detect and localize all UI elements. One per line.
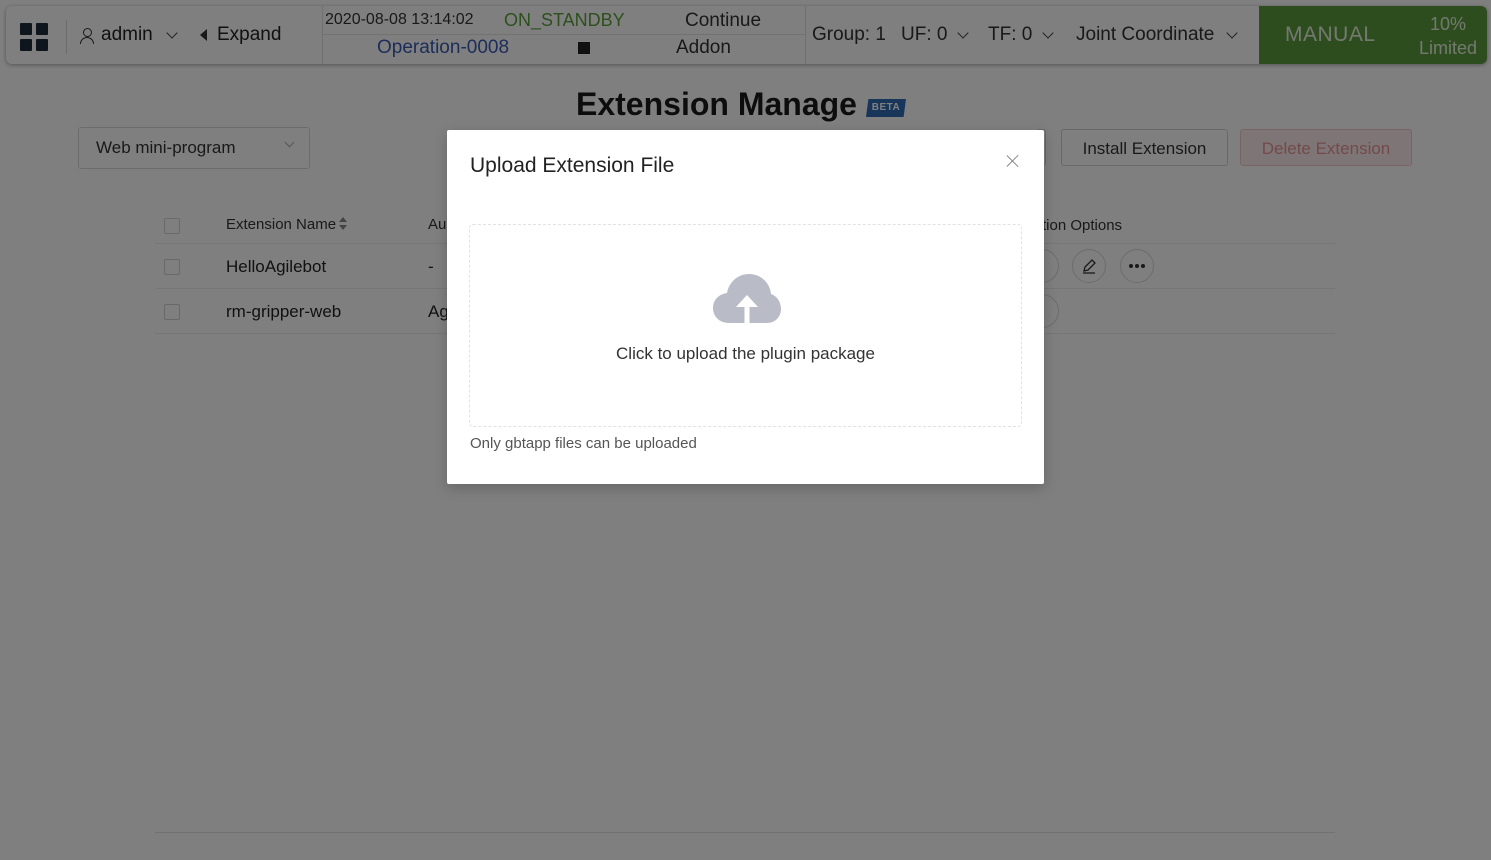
modal-title: Upload Extension File (470, 154, 675, 177)
close-icon[interactable] (1004, 152, 1022, 170)
upload-modal: Upload Extension File Click to upload th… (447, 130, 1044, 484)
upload-dropzone[interactable]: Click to upload the plugin package (469, 224, 1022, 427)
upload-hint: Only gbtapp files can be uploaded (470, 435, 697, 452)
cloud-upload-icon (713, 274, 781, 323)
dropzone-text: Click to upload the plugin package (616, 344, 875, 363)
